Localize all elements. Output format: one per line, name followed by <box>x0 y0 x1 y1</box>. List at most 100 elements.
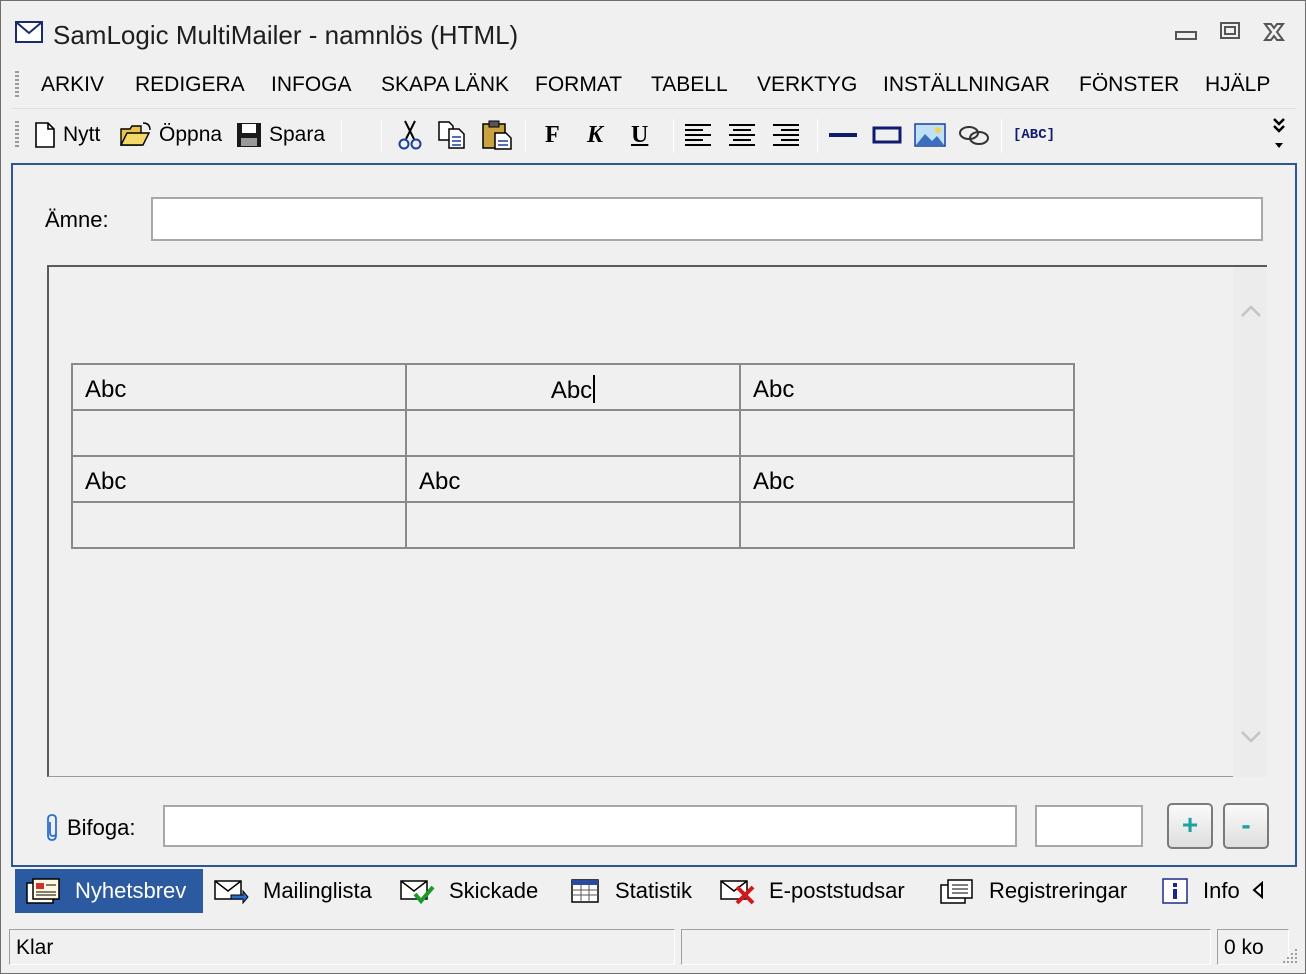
insert-table-button[interactable] <box>871 117 903 153</box>
align-right-icon <box>773 124 799 146</box>
cut-button[interactable] <box>397 117 423 153</box>
subject-input[interactable] <box>151 197 1263 241</box>
underline-icon: U <box>631 121 649 148</box>
menu-infoga[interactable]: INFOGA <box>271 73 352 97</box>
paperclip-icon <box>47 814 57 841</box>
toolbar-separator <box>341 119 342 153</box>
menu-arkiv[interactable]: ARKIV <box>41 73 104 97</box>
paste-button[interactable] <box>481 117 515 153</box>
table-cell[interactable] <box>405 409 741 457</box>
add-attachment-button[interactable]: + <box>1167 803 1213 849</box>
horizontal-line-icon <box>829 133 857 137</box>
subject-label: Ämne: <box>45 207 109 232</box>
menu-grip[interactable] <box>15 71 19 99</box>
attach-label: Bifoga: <box>67 815 136 840</box>
table-cell[interactable]: Abc <box>405 455 741 503</box>
menu-format[interactable]: FORMAT <box>535 73 622 97</box>
content-table[interactable]: Abc Abc Abc Abc Abc Abc <box>71 363 1075 549</box>
status-middle <box>681 929 1211 965</box>
insert-image-button[interactable] <box>913 117 947 153</box>
restore-icon[interactable] <box>1217 19 1243 45</box>
statistics-icon <box>571 879 599 903</box>
title-bar[interactable]: SamLogic MultiMailer - namnlös (HTML) <box>1 1 1305 61</box>
sent-icon <box>400 880 435 905</box>
table-cell-text: Abc <box>550 377 593 404</box>
insert-link-button[interactable] <box>957 117 991 153</box>
copy-icon <box>438 121 465 149</box>
table-row: Abc Abc Abc <box>71 363 1075 411</box>
open-folder-icon <box>119 122 151 146</box>
new-document-icon <box>35 122 55 148</box>
status-bar: Klar 0 ko <box>5 927 1303 969</box>
rectangle-icon <box>872 126 902 144</box>
table-cell[interactable]: Abc <box>71 363 407 411</box>
tab-registreringar[interactable]: Registreringar <box>929 869 1137 913</box>
underline-button[interactable]: U <box>631 117 648 153</box>
tab-statistik[interactable]: Statistik <box>559 869 702 913</box>
text-caret <box>593 375 596 403</box>
toolbar-separator <box>817 119 818 153</box>
table-row <box>71 501 1075 549</box>
table-cell[interactable] <box>739 501 1075 549</box>
bold-button[interactable]: F <box>545 117 560 153</box>
toolbar-grip[interactable] <box>15 121 19 149</box>
resize-grip-icon[interactable] <box>1281 947 1299 965</box>
table-cell[interactable] <box>739 409 1075 457</box>
table-cell[interactable] <box>405 501 741 549</box>
copy-button[interactable] <box>437 117 469 153</box>
save-button[interactable]: Spara <box>235 117 325 153</box>
tab-skickade[interactable]: Skickade <box>389 869 548 913</box>
align-center-icon <box>729 124 755 146</box>
bottom-tab-bar: Nyhetsbrev Mailinglista Skickade Statist… <box>11 865 1297 915</box>
italic-button[interactable]: K <box>587 117 603 153</box>
toolbar-separator <box>525 119 526 153</box>
tab-nyhetsbrev[interactable]: Nyhetsbrev <box>15 869 203 913</box>
tab-mailinglista[interactable]: Mailinglista <box>203 869 382 913</box>
table-row: Abc Abc Abc <box>71 455 1075 503</box>
minimize-icon[interactable] <box>1173 19 1199 45</box>
attachment-size-field[interactable] <box>1035 805 1143 847</box>
menu-verktyg[interactable]: VERKTYG <box>757 73 857 97</box>
open-button[interactable]: Öppna <box>119 117 222 153</box>
link-chain-icon <box>959 126 989 145</box>
scroll-up-chevron-icon[interactable] <box>1239 301 1263 321</box>
table-cell[interactable] <box>71 501 407 549</box>
tab-e-poststudsar[interactable]: E-poststudsar <box>709 869 915 913</box>
table-cell[interactable]: Abc <box>739 455 1075 503</box>
floppy-disk-icon <box>237 123 261 147</box>
envelope-icon <box>15 21 43 43</box>
menu-fonster[interactable]: FÖNSTER <box>1079 73 1179 97</box>
menu-skapa-lank[interactable]: SKAPA LÄNK <box>381 73 509 97</box>
info-icon <box>1162 878 1188 904</box>
scroll-down-chevron-icon[interactable] <box>1239 727 1263 747</box>
html-editor[interactable]: Abc Abc Abc Abc Abc Abc <box>47 265 1267 777</box>
close-icon[interactable] <box>1261 19 1287 45</box>
remove-attachment-button[interactable]: - <box>1223 803 1269 849</box>
vertical-scrollbar[interactable] <box>1233 267 1267 777</box>
attachment-input[interactable] <box>163 805 1017 847</box>
new-button[interactable]: Nytt <box>33 117 100 153</box>
table-cell[interactable]: Abc <box>71 455 407 503</box>
menu-redigera[interactable]: REDIGERA <box>135 73 245 97</box>
align-right-button[interactable] <box>771 117 801 153</box>
clipboard-icon <box>482 120 512 150</box>
tab-label: Mailinglista <box>263 878 372 903</box>
tab-info[interactable]: Info <box>1151 869 1259 913</box>
tab-label: E-poststudsar <box>769 878 905 903</box>
table-cell[interactable]: Abc <box>739 363 1075 411</box>
open-label: Öppna <box>159 123 223 146</box>
table-row <box>71 409 1075 457</box>
toolbar-overflow-chevron-icon[interactable] <box>1269 113 1289 157</box>
align-left-icon <box>685 124 711 146</box>
table-cell[interactable] <box>71 409 407 457</box>
tab-scroll-left-icon[interactable] <box>1251 881 1265 899</box>
toolbar-separator <box>673 119 674 153</box>
horizontal-line-button[interactable] <box>827 117 859 153</box>
align-center-button[interactable] <box>727 117 757 153</box>
table-cell-active[interactable]: Abc <box>405 363 741 411</box>
spell-check-button[interactable]: [ABC] <box>1013 117 1055 153</box>
align-left-button[interactable] <box>683 117 713 153</box>
menu-installningar[interactable]: INSTÄLLNINGAR <box>883 73 1050 97</box>
menu-hjalp[interactable]: HJÄLP <box>1205 73 1270 97</box>
menu-tabell[interactable]: TABELL <box>651 73 728 97</box>
